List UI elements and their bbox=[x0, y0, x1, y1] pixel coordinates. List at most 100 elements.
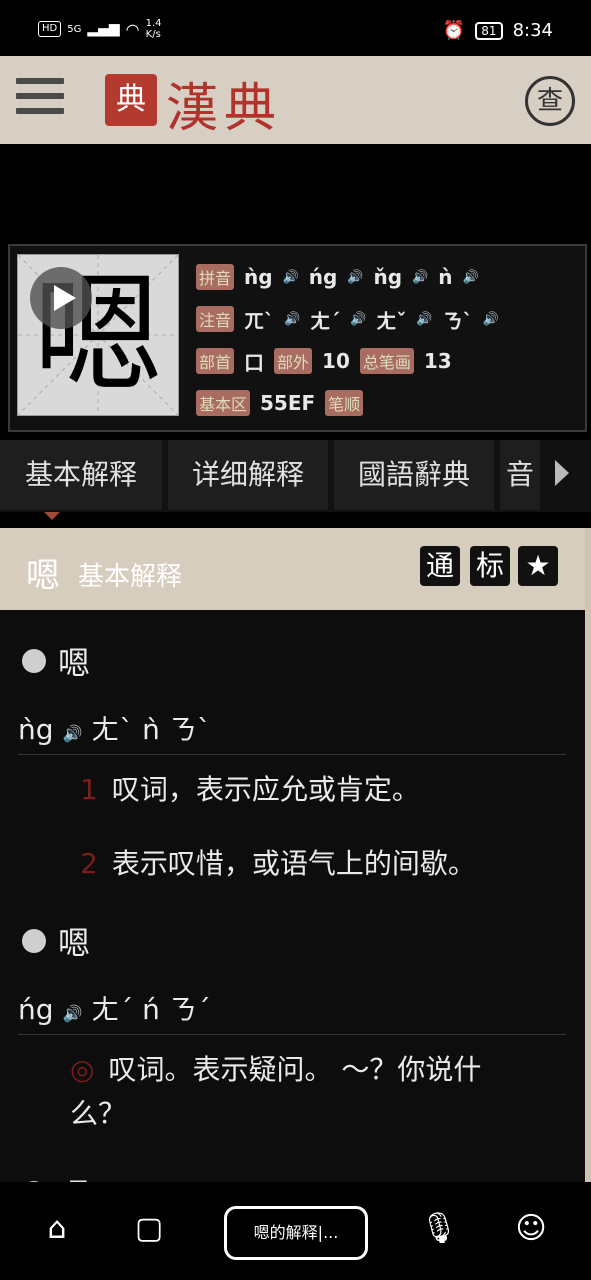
tab-scroll-arrow-icon[interactable] bbox=[555, 460, 569, 486]
character-info: 拼音 ǹg 🔊 ńg 🔊 ňg 🔊 ǹ 🔊 注音 ㄫˋ 🔊 ㄤˊ 🔊 ㄤˇ 🔊 ㄋˋ 🔊 部首 … bbox=[196, 256, 576, 424]
unicode-tag: 基本区 bbox=[196, 390, 251, 416]
speaker-icon[interactable]: 🔊 bbox=[463, 270, 479, 285]
divider bbox=[18, 754, 566, 755]
battery-indicator: 81 bbox=[475, 21, 503, 40]
scrollbar[interactable] bbox=[585, 528, 591, 1188]
favorite-star-icon[interactable]: ★ bbox=[518, 546, 558, 586]
section-2-pronunciation: ńg 🔊 ㄤˊ ń ㄋˊ bbox=[18, 988, 211, 1028]
search-button[interactable]: 查 bbox=[525, 76, 575, 126]
clock: 8:34 bbox=[512, 20, 553, 41]
section-1-char: 嗯 bbox=[58, 644, 91, 682]
network-speed: 1.4 K/s bbox=[146, 18, 162, 40]
stroke-count-tag: 总笔画 bbox=[359, 348, 414, 374]
standard-button[interactable]: 标 bbox=[470, 546, 510, 586]
zhuyin-3[interactable]: ㄤˇ bbox=[376, 305, 406, 334]
radical-extra-tag: 部外 bbox=[274, 348, 313, 374]
radical-tag: 部首 bbox=[196, 348, 235, 374]
section-1-zhuyin: ㄤˋ ǹ ㄋˋ bbox=[91, 713, 211, 746]
definition-panel: 嗯 基本解释 通 标 ★ 嗯 ǹg 🔊 ㄤˋ ǹ ㄋˋ 1 叹词，表示应允或肯定。… bbox=[0, 528, 585, 1214]
speaker-icon[interactable]: 🔊 bbox=[412, 270, 428, 285]
home-icon[interactable]: ⌂ bbox=[38, 1210, 76, 1248]
zhuyin-2[interactable]: ㄤˊ bbox=[310, 305, 340, 334]
speed-value: 1.4 bbox=[145, 18, 162, 29]
definition-text: 表示叹惜，或语气上的间歇。 bbox=[111, 847, 476, 880]
stroke-order-button[interactable]: 笔顺 bbox=[325, 390, 364, 416]
stroke-animation-box[interactable]: 嗯 bbox=[17, 254, 179, 416]
panel-head-title: 基本解释 bbox=[78, 562, 183, 592]
definition-text: 叹词，表示应允或肯定。 bbox=[111, 773, 420, 806]
radical-value[interactable]: 口 bbox=[244, 347, 264, 376]
definition-number: ◎ bbox=[70, 1053, 95, 1086]
speaker-icon[interactable]: 🔊 bbox=[350, 312, 366, 327]
app-bar: 典 漢典 查 bbox=[0, 56, 591, 144]
character-card: 嗯 拼音 ǹg 🔊 ńg 🔊 ňg 🔊 ǹ 🔊 注音 ㄫˋ 🔊 ㄤˊ 🔊 ㄤˇ 🔊 ㄋˋ 🔊 部… bbox=[8, 244, 587, 432]
stroke-count-value: 13 bbox=[423, 349, 452, 373]
section-1-header: 嗯 bbox=[22, 638, 90, 684]
tab-bar: 基本解释 详细解释 國語辭典 音 bbox=[0, 440, 591, 512]
pinyin-tag: 拼音 bbox=[196, 264, 235, 290]
status-bar: HD 5G ▂▄▆ ◠ 1.4 K/s ⏰ 81 8:34 bbox=[0, 0, 591, 56]
section-1-pronunciation: ǹg 🔊 ㄤˋ ǹ ㄋˋ bbox=[18, 708, 211, 748]
menu-icon bbox=[16, 78, 64, 84]
definition-item: 2 表示叹惜，或语气上的间歇。 bbox=[80, 842, 540, 886]
tab-detailed[interactable]: 详细解释 bbox=[168, 440, 328, 510]
speaker-icon[interactable]: 🔊 bbox=[483, 312, 499, 327]
app-title: 漢典 bbox=[166, 79, 283, 139]
menu-icon-line bbox=[16, 108, 64, 114]
speaker-icon[interactable]: 🔊 bbox=[347, 270, 363, 285]
section-2-header: 嗯 bbox=[22, 918, 90, 964]
speaker-icon[interactable]: 🔊 bbox=[62, 724, 82, 743]
signal-icon: ▂▄▆ bbox=[87, 21, 120, 37]
pinyin-3[interactable]: ňg bbox=[374, 265, 403, 289]
tab-more[interactable]: 音 bbox=[500, 440, 540, 510]
microphone-icon[interactable]: 🎙 bbox=[420, 1210, 458, 1248]
pinyin-2[interactable]: ńg bbox=[309, 265, 338, 289]
bottom-nav: ⌂ ▢ 嗯的解释|... 🎙 ☺ bbox=[0, 1182, 591, 1280]
panel-head-char: 嗯 bbox=[26, 556, 60, 596]
definition-item: ◎ 叹词。表示疑问。 ～？你说什么？ bbox=[70, 1048, 530, 1136]
play-icon[interactable] bbox=[30, 267, 92, 329]
speaker-icon[interactable]: 🔊 bbox=[284, 312, 300, 327]
traditional-button[interactable]: 通 bbox=[420, 546, 460, 586]
wifi-icon: ◠ bbox=[125, 19, 140, 39]
speed-unit: K/s bbox=[145, 29, 161, 40]
alarm-icon: ⏰ bbox=[442, 20, 466, 41]
bullet-icon bbox=[22, 929, 46, 953]
unicode-row: 基本区 55EF 笔顺 bbox=[196, 382, 576, 424]
definition-number: 1 bbox=[80, 773, 98, 806]
pinyin-1[interactable]: ǹg bbox=[244, 265, 273, 289]
pinyin-row: 拼音 ǹg 🔊 ńg 🔊 ňg 🔊 ǹ 🔊 bbox=[196, 256, 576, 298]
menu-icon-line bbox=[16, 93, 64, 99]
active-tab-indicator bbox=[44, 512, 60, 520]
zhuyin-4[interactable]: ㄋˋ bbox=[443, 305, 473, 334]
tab-guoyu[interactable]: 國語辭典 bbox=[334, 440, 494, 510]
zhuyin-tag: 注音 bbox=[196, 306, 235, 332]
assistant-icon[interactable]: ☺ bbox=[512, 1210, 550, 1248]
panel-header: 嗯 基本解释 通 标 ★ bbox=[0, 528, 585, 610]
status-right: ⏰ 81 8:34 bbox=[443, 20, 553, 41]
network-label: 5G bbox=[67, 23, 82, 35]
speaker-icon[interactable]: 🔊 bbox=[283, 270, 299, 285]
address-bar[interactable]: 嗯的解释|... bbox=[224, 1206, 368, 1260]
zhuyin-1[interactable]: ㄫˋ bbox=[244, 305, 274, 334]
menu-button[interactable] bbox=[16, 78, 64, 122]
pinyin-4[interactable]: ǹ bbox=[438, 265, 452, 289]
speaker-icon[interactable]: 🔊 bbox=[416, 312, 432, 327]
hd-badge: HD bbox=[38, 21, 62, 37]
bullet-icon bbox=[22, 649, 46, 673]
radical-extra-value: 10 bbox=[322, 349, 350, 373]
section-2-char: 嗯 bbox=[58, 924, 91, 962]
logo-seal: 典 bbox=[105, 74, 157, 126]
radical-row: 部首 口 部外 10 总笔画 13 bbox=[196, 340, 576, 382]
section-2-pinyin: ńg bbox=[18, 993, 54, 1026]
divider bbox=[18, 1034, 566, 1035]
unicode-value: 55EF bbox=[260, 391, 316, 415]
speaker-icon[interactable]: 🔊 bbox=[62, 1004, 82, 1023]
tabs-icon[interactable]: ▢ bbox=[130, 1210, 168, 1248]
tab-basic[interactable]: 基本解释 bbox=[0, 440, 162, 510]
definition-text: 叹词。表示疑问。 ～？你说什么？ bbox=[70, 1053, 482, 1130]
definition-item: 1 叹词，表示应允或肯定。 bbox=[80, 768, 540, 812]
definition-number: 2 bbox=[80, 847, 98, 880]
zhuyin-row: 注音 ㄫˋ 🔊 ㄤˊ 🔊 ㄤˇ 🔊 ㄋˋ 🔊 bbox=[196, 298, 576, 340]
status-left: HD 5G ▂▄▆ ◠ 1.4 K/s bbox=[38, 18, 162, 40]
